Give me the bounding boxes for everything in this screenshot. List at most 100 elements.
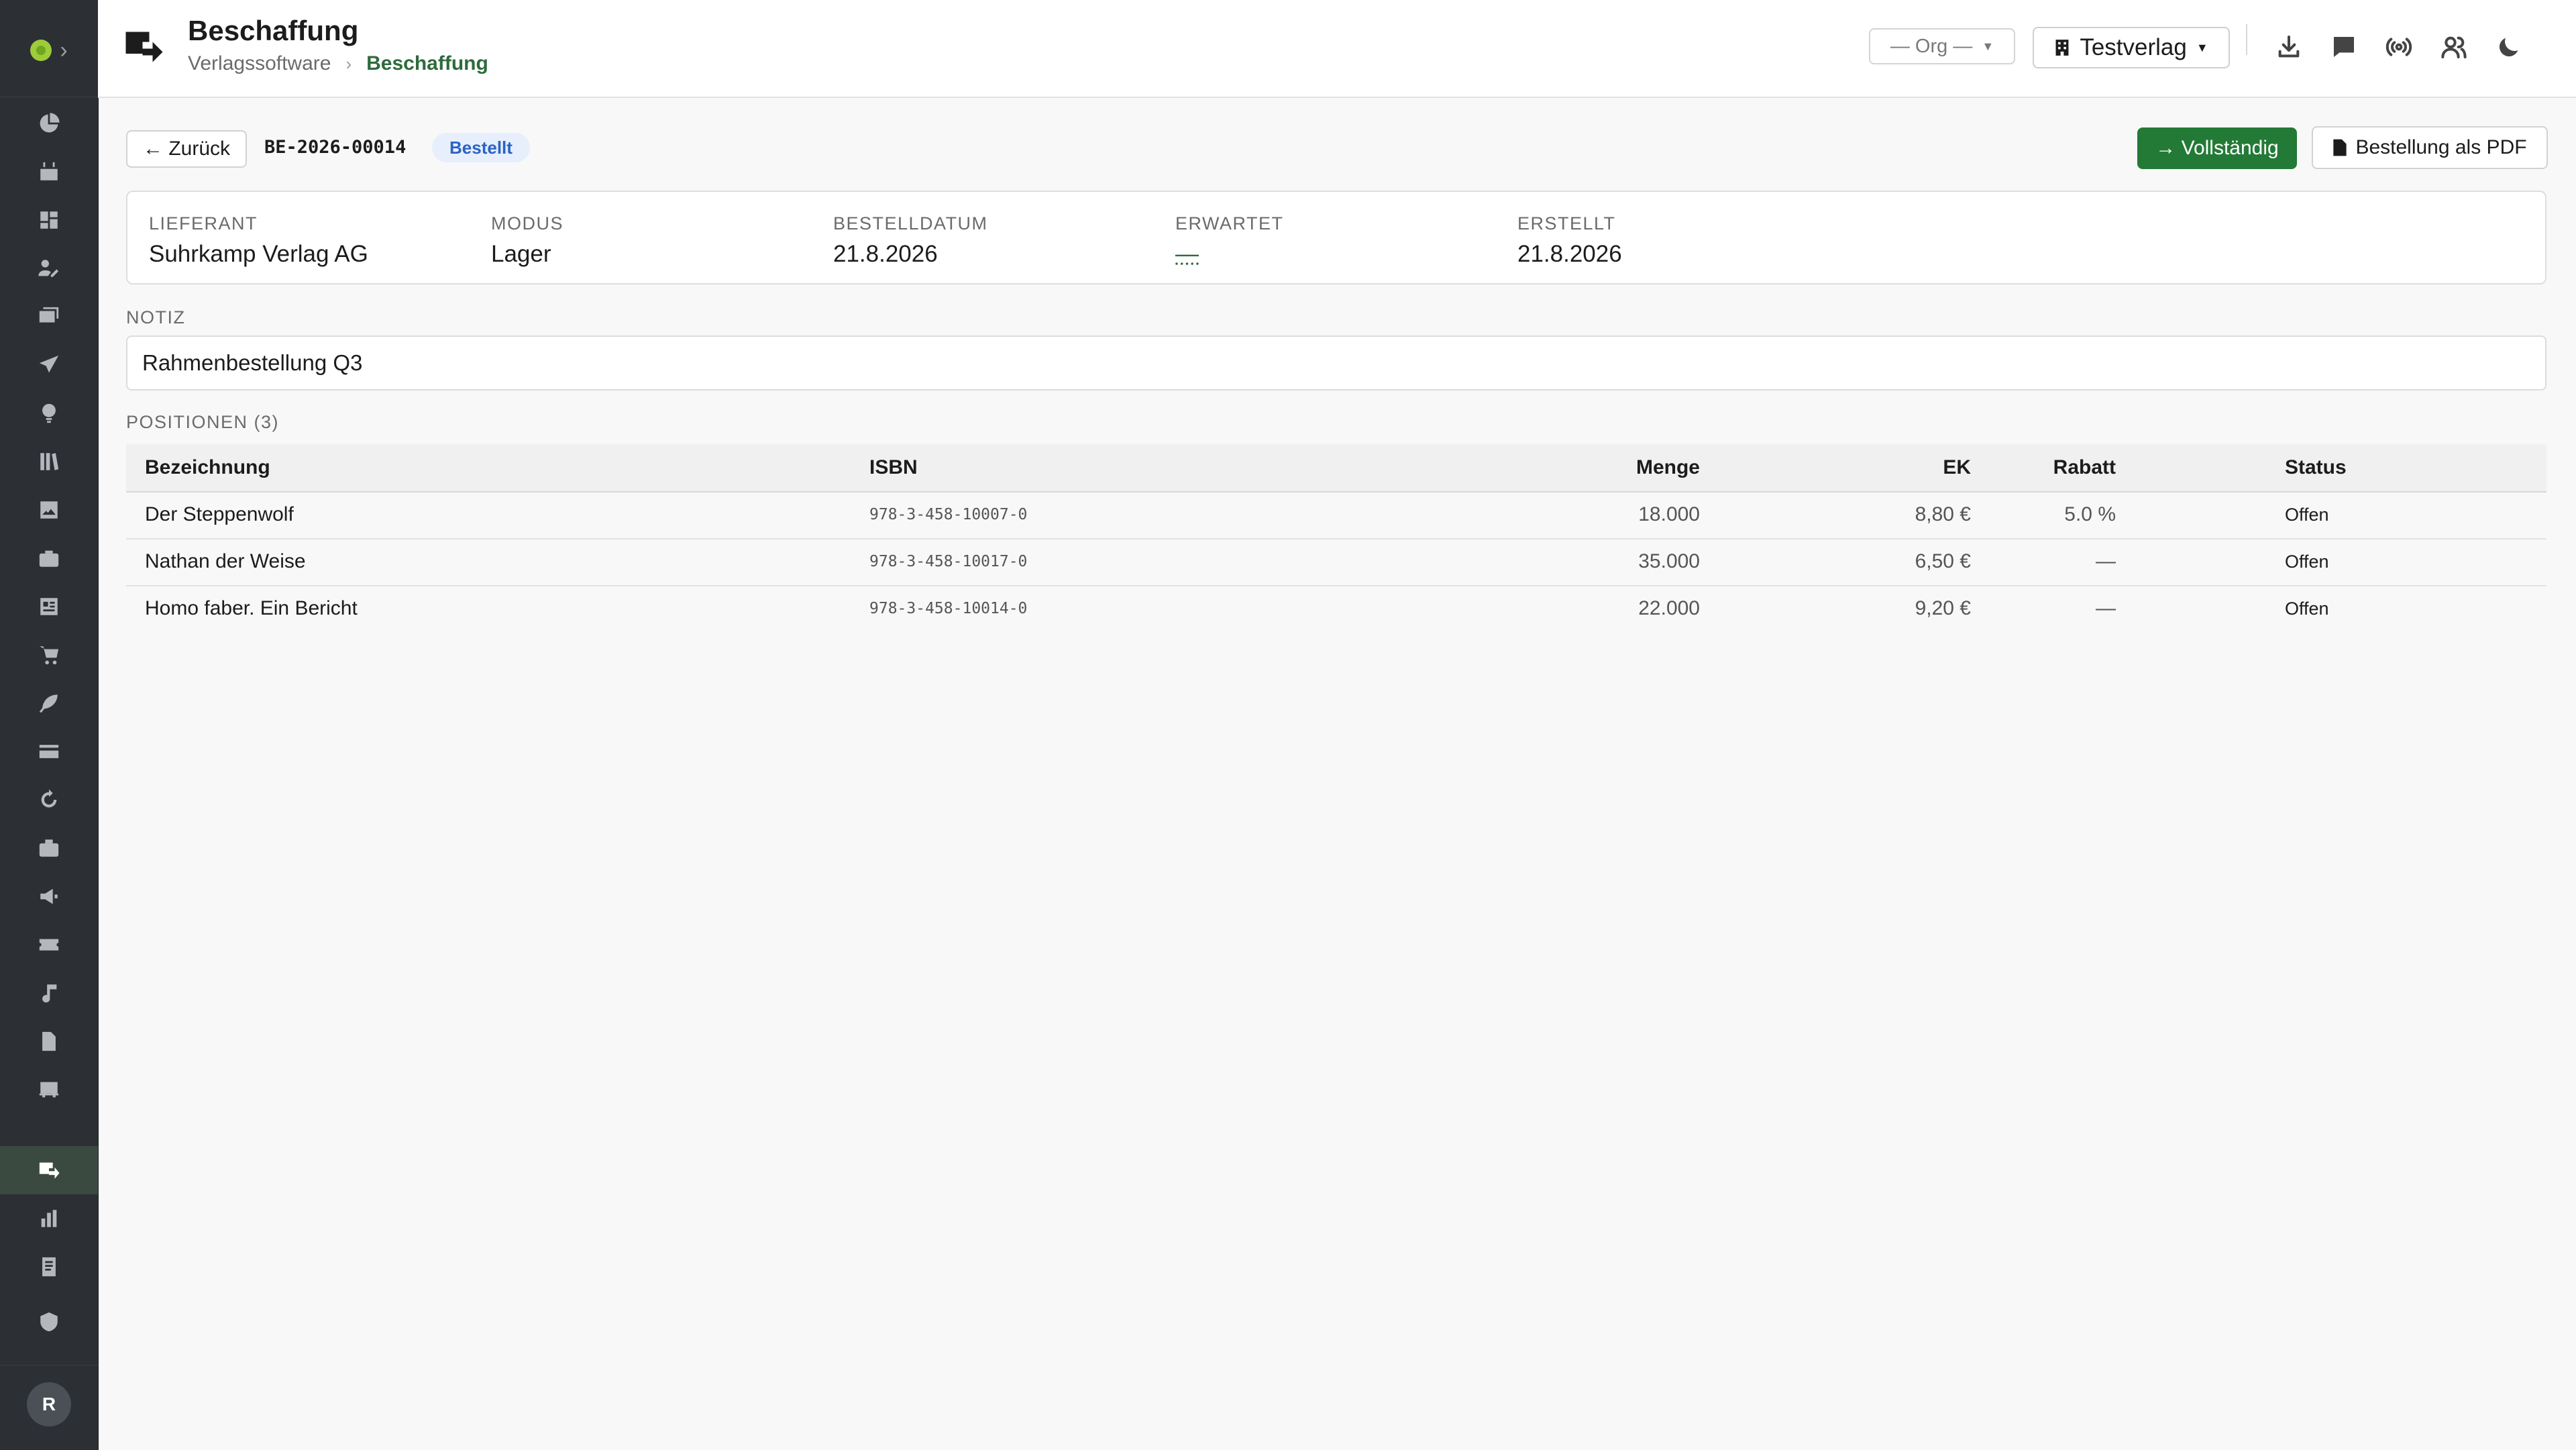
sidebar-item-widgets[interactable] (0, 196, 98, 244)
inbox-icon (39, 307, 59, 323)
users-icon (2441, 36, 2467, 58)
cell-discount: — (2096, 550, 2116, 572)
page-title: Beschaffung (188, 15, 359, 46)
briefcase-icon (39, 550, 59, 567)
sidebar-item-logistics[interactable] (0, 1066, 98, 1114)
sidebar-item-panel[interactable] (0, 582, 98, 631)
caret-down-icon: ▼ (2196, 40, 2208, 54)
cell-status: Offen (2285, 551, 2329, 572)
calendar-icon (40, 162, 58, 180)
paper-plane-icon (39, 355, 59, 373)
table-row[interactable]: Der Steppenwolf 978-3-458-10007-0 18.000… (126, 491, 2546, 539)
cart-icon (39, 646, 59, 665)
sidebar-item-send[interactable] (0, 341, 98, 389)
table-row[interactable]: Homo faber. Ein Bericht 978-3-458-10014-… (126, 585, 2546, 632)
sidebar-item-security[interactable] (0, 1298, 98, 1346)
sidebar-item-reports[interactable] (0, 1194, 98, 1243)
file-list-icon (42, 1257, 56, 1277)
col-header-price[interactable]: EK (1736, 444, 1971, 491)
publisher-select-value: Testverlag (2080, 34, 2187, 60)
export-pdf-button[interactable]: Bestellung als PDF (2312, 126, 2548, 169)
col-header-isbn[interactable]: ISBN (869, 444, 918, 491)
meta-value: Suhrkamp Verlag AG (149, 241, 368, 267)
cell-price: 6,50 € (1915, 550, 1971, 572)
meta-value: 21.8.2026 (1517, 241, 1622, 267)
sidebar-item-files[interactable] (0, 1243, 98, 1291)
note-label: NOTIZ (126, 307, 186, 327)
app-logo-toggle[interactable]: › (0, 27, 98, 74)
megaphone-icon (40, 888, 58, 904)
meta-label: BESTELLDATUM (833, 213, 988, 234)
sidebar-item-sync[interactable] (0, 776, 98, 824)
header-divider (2246, 24, 2247, 55)
meta-order-date: BESTELLDATUM 21.8.2026 (833, 213, 988, 268)
lightbulb-icon (42, 403, 56, 423)
cell-isbn: 978-3-458-10007-0 (869, 506, 1028, 523)
sidebar-item-toolbox[interactable] (0, 824, 98, 872)
meta-supplier: LIEFERANT Suhrkamp Verlag AG (149, 213, 368, 268)
panel-icon (40, 598, 58, 615)
sidebar-item-business[interactable] (0, 534, 98, 582)
sidebar-item-audio[interactable] (0, 969, 98, 1017)
sidebar-item-authors[interactable] (0, 679, 98, 727)
org-select[interactable]: — Org — ▼ (1869, 28, 2015, 64)
table-row[interactable]: Nathan der Weise 978-3-458-10017-0 35.00… (126, 538, 2546, 586)
meta-value: 21.8.2026 (833, 241, 938, 267)
cell-isbn: 978-3-458-10017-0 (869, 553, 1028, 570)
caret-down-icon: ▼ (1982, 39, 1994, 53)
pie-chart-icon (40, 113, 60, 133)
toolbox-icon (39, 839, 59, 857)
procurement-icon (125, 32, 163, 62)
sidebar-item-documents[interactable] (0, 1017, 98, 1066)
sidebar-item-cart[interactable] (0, 631, 98, 679)
meta-label: ERWARTET (1175, 213, 1284, 234)
col-header-qty[interactable]: Menge (1468, 444, 1700, 491)
sidebar-item-events[interactable] (0, 921, 98, 969)
document-icon (42, 1031, 56, 1051)
sidebar-item-calendar[interactable] (0, 148, 98, 196)
sidebar-item-marketing[interactable] (0, 872, 98, 921)
sidebar-item-library[interactable] (0, 437, 98, 486)
sidebar: › R (0, 0, 99, 1450)
export-pdf-label: Bestellung als PDF (2355, 136, 2527, 158)
sidebar-item-dashboard[interactable] (0, 99, 98, 148)
edit-person-icon (38, 260, 59, 277)
cell-qty: 18.000 (1638, 503, 1700, 525)
credit-card-icon (39, 745, 59, 758)
sidebar-item-edit[interactable] (0, 244, 98, 293)
messages-button[interactable] (2326, 30, 2361, 64)
publisher-select[interactable]: Testverlag ▼ (2033, 27, 2230, 68)
integrations-button[interactable] (2381, 30, 2416, 64)
meta-value-editable[interactable]: — (1175, 241, 1284, 268)
cell-title: Der Steppenwolf (145, 503, 294, 525)
breadcrumb-separator: › (345, 53, 352, 74)
col-header-discount[interactable]: Rabatt (2004, 444, 2116, 491)
sidebar-item-inbox[interactable] (0, 293, 98, 341)
download-button[interactable] (2271, 30, 2306, 64)
breadcrumb-item-root[interactable]: Verlagssoftware (188, 52, 331, 75)
col-header-title[interactable]: Bezeichnung (145, 444, 270, 491)
theme-toggle-button[interactable] (2491, 30, 2526, 64)
breadcrumb-item-current[interactable]: Beschaffung (366, 52, 488, 75)
users-button[interactable] (2436, 30, 2471, 64)
moon-icon (2499, 38, 2518, 57)
order-meta-card: LIEFERANT Suhrkamp Verlag AG MODUS Lager… (126, 191, 2546, 284)
bar-chart-icon (41, 1210, 57, 1227)
mark-complete-button[interactable]: → Vollständig (2137, 127, 2297, 169)
logo-icon (30, 40, 52, 61)
order-number: BE-2026-00014 (264, 137, 407, 158)
note-field[interactable]: Rahmenbestellung Q3 (126, 335, 2546, 391)
library-icon (40, 453, 59, 470)
sidebar-item-images[interactable] (0, 486, 98, 534)
meta-mode: MODUS Lager (491, 213, 564, 268)
col-header-status[interactable]: Status (2285, 444, 2347, 491)
sidebar-item-ideas[interactable] (0, 389, 98, 437)
back-button[interactable]: ← Zurück (126, 130, 247, 168)
sidebar-item-procurement[interactable] (0, 1146, 98, 1194)
sidebar-item-payments[interactable] (0, 727, 98, 776)
shield-icon (40, 1312, 58, 1332)
meta-label: MODUS (491, 213, 564, 234)
avatar[interactable]: R (27, 1382, 71, 1427)
cell-discount: — (2096, 597, 2116, 619)
truck-icon (39, 1082, 59, 1098)
